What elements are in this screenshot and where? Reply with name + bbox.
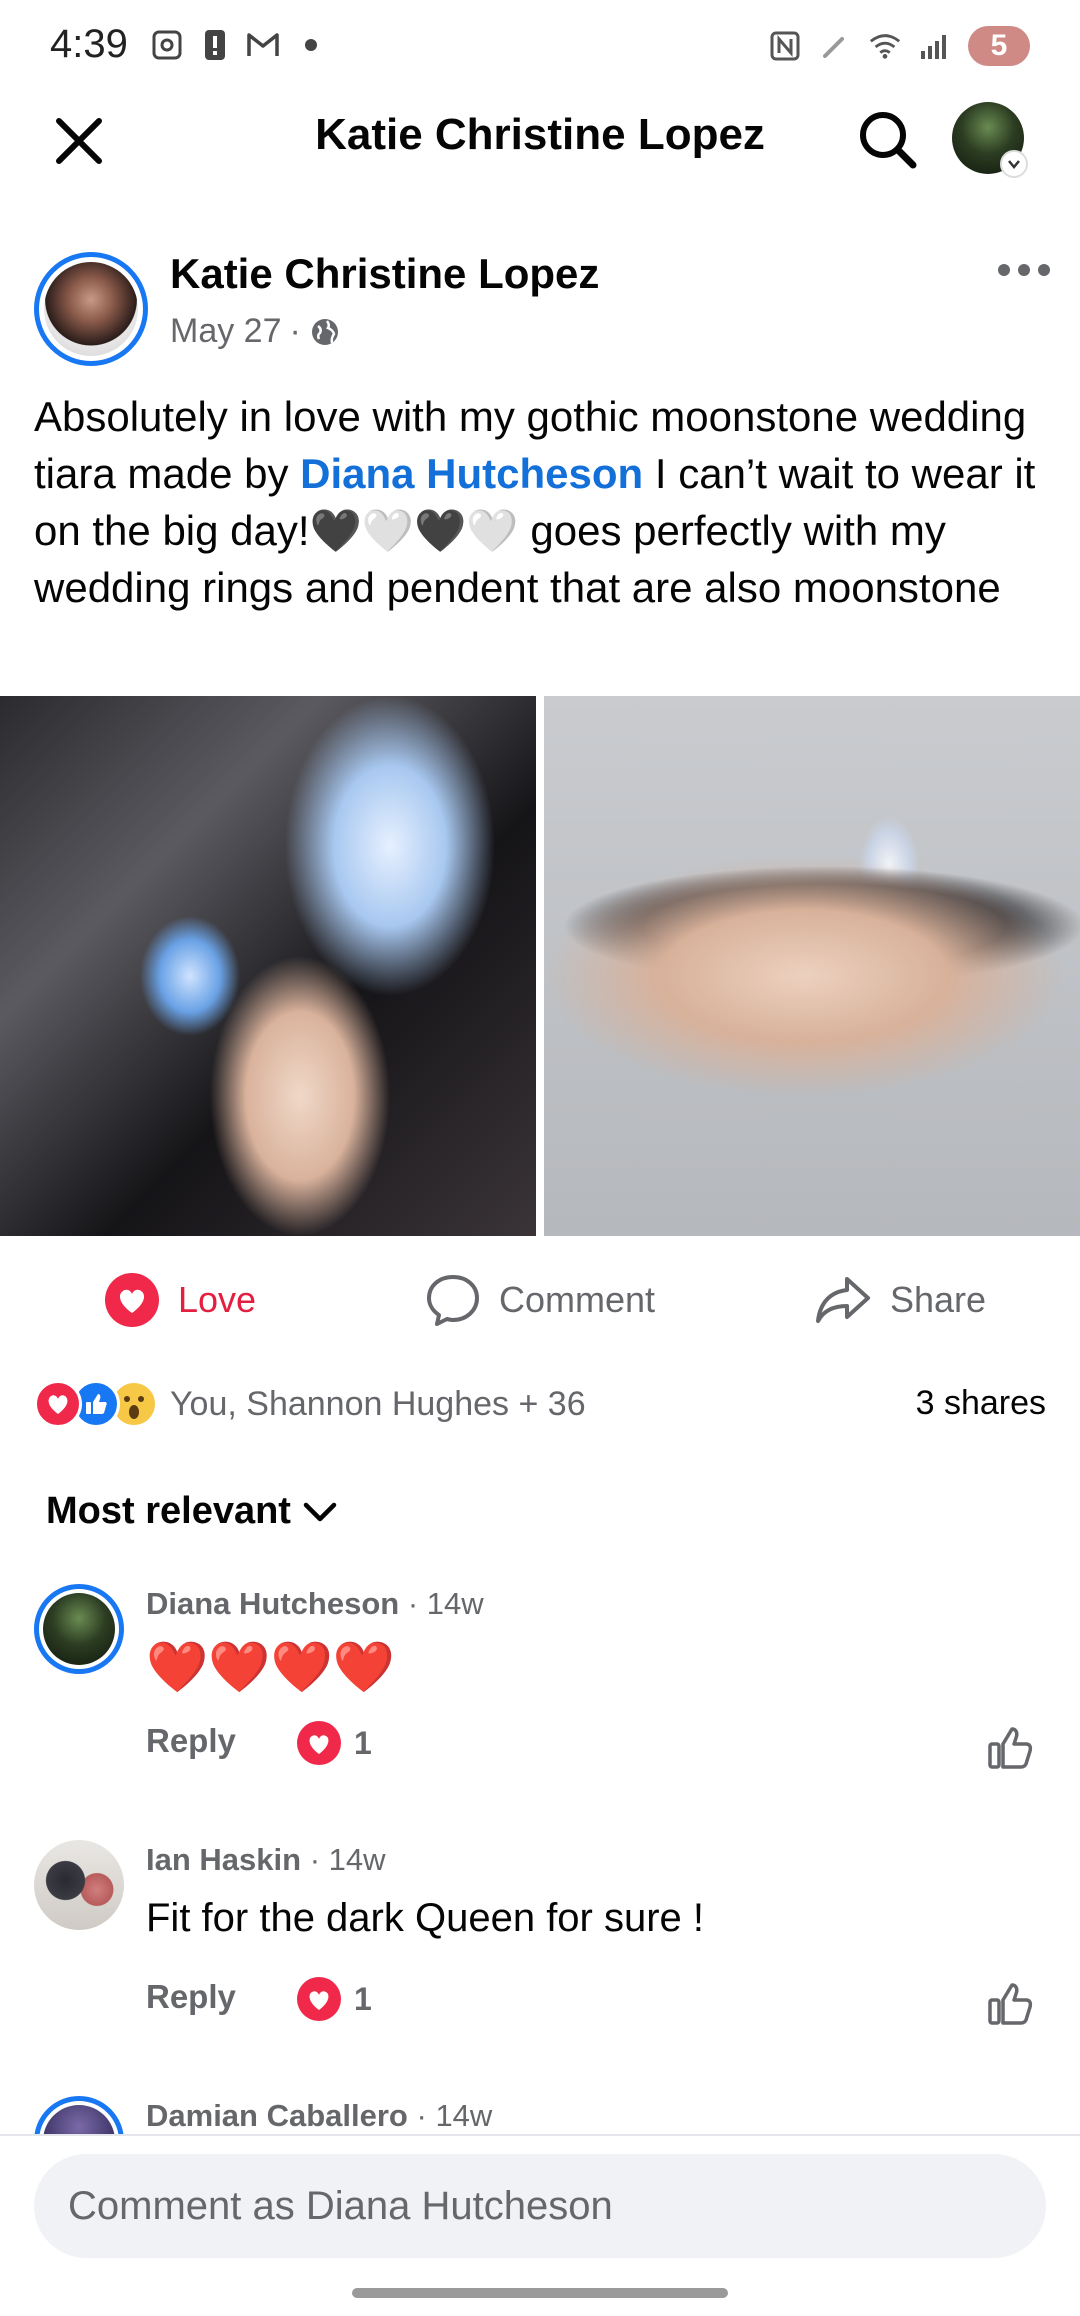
comment-item: Ian Haskin · 14w Fit for the dark Queen … [0,1836,1080,2036]
avatar-image [44,262,138,356]
avatar-image [43,1593,115,1665]
search-button[interactable] [850,102,924,176]
status-right-icons: 5 [768,26,1030,66]
status-bar: 4:39 5 [0,0,1080,92]
commenter-avatar[interactable] [34,1840,124,1930]
status-time: 4:39 [50,22,128,66]
comment-time: 14w [328,1842,386,1877]
meta-separator: · [309,1842,329,1877]
screenshot-icon [150,28,184,62]
reactions-summary[interactable]: You, Shannon Hughes + 36 [34,1374,586,1434]
signal-icon [918,29,952,63]
comment-composer-bar: Comment as Diana Hutcheson [0,2134,1080,2316]
comment-button[interactable]: Comment [360,1250,720,1350]
photo-tiara-in-hand[interactable] [544,696,1080,1236]
comment-item: Damian Caballero · 14w [0,2092,1080,2134]
commenter-avatar[interactable] [34,1584,124,1674]
like-comment-button[interactable] [982,1976,1038,2032]
reply-button[interactable]: Reply [146,1978,236,2016]
meta-separator: · [416,2098,436,2133]
thumbs-up-icon [988,1727,1033,1769]
post-author-avatar[interactable] [34,252,148,366]
avatar-image [43,2105,115,2134]
comment-time: 14w [426,1586,484,1621]
post-actions: Love Comment Share [0,1250,1080,1350]
chevron-down-icon [303,1502,337,1521]
top-header: Katie Christine Lopez [0,92,1080,220]
sort-label: Most relevant [46,1490,291,1532]
love-icon [104,1273,159,1327]
comment-label: Comment [498,1279,656,1320]
globe-icon [311,318,338,345]
comment-header: Damian Caballero · 14w [146,2098,492,2134]
wifi-icon [868,29,902,63]
love-button[interactable]: Love [0,1250,360,1350]
dot-icon [294,28,328,62]
commenter-name[interactable]: Ian Haskin [146,1842,301,1877]
meta-separator: · [407,1586,427,1621]
nfc-icon [768,29,802,63]
comment-item: Diana Hutcheson · 14w ❤️❤️❤️❤️ Reply 1 [0,1580,1080,1780]
alert-icon [198,28,232,62]
pen-icon [818,29,852,63]
comment-reaction[interactable]: 1 [296,1720,372,1766]
comment-input[interactable]: Comment as Diana Hutcheson [34,2154,1046,2258]
comment-icon [426,1275,479,1326]
comment-header: Diana Hutcheson · 14w [146,1586,484,1622]
shares-count[interactable]: 3 shares [916,1384,1046,1423]
photo-tiara-closeup[interactable] [0,696,536,1236]
search-icon [860,112,917,169]
love-reaction-icon [297,1977,341,2021]
comment-body: Fit for the dark Queen for sure ! [146,1896,705,1940]
comment-time: 14w [435,2098,493,2133]
chevron-down-icon [1000,150,1028,178]
comment-header: Ian Haskin · 14w [146,1842,386,1878]
post-date[interactable]: May 27 [170,312,282,351]
more-icon [998,264,1050,276]
love-reaction-icon [297,1721,341,1765]
post-text: Absolutely in love with my gothic moonst… [34,388,1044,616]
mention-link[interactable]: Diana Hutcheson [300,450,643,497]
thumbs-up-icon [988,1983,1033,2025]
home-indicator[interactable] [352,2288,728,2298]
comment-sort-dropdown[interactable]: Most relevant [46,1490,337,1533]
comment-body: ❤️❤️❤️❤️ [146,1639,396,1695]
commenter-name[interactable]: Damian Caballero [146,2098,408,2133]
commenter-avatar[interactable] [34,2096,124,2134]
reaction-names: You, Shannon Hughes + 36 [170,1384,586,1423]
reaction-count: 1 [354,1980,372,2017]
commenter-name[interactable]: Diana Hutcheson [146,1586,399,1621]
share-label: Share [889,1279,987,1320]
comment-reaction[interactable]: 1 [296,1976,372,2022]
meta-separator: · [289,312,301,350]
like-comment-button[interactable] [982,1720,1038,1776]
reaction-count: 1 [354,1724,372,1761]
love-reaction-icon [34,1380,82,1428]
reply-button[interactable]: Reply [146,1722,236,1760]
post-author-name[interactable]: Katie Christine Lopez [170,250,599,298]
share-icon [815,1277,870,1323]
battery-indicator: 5 [968,26,1030,66]
share-button[interactable]: Share [720,1250,1080,1350]
love-label: Love [177,1279,257,1320]
gmail-icon [246,28,280,62]
post-photos [0,696,1080,1236]
status-left-icons [150,28,328,62]
more-options-button[interactable] [994,250,1054,290]
post-meta: May 27 · [170,312,341,351]
